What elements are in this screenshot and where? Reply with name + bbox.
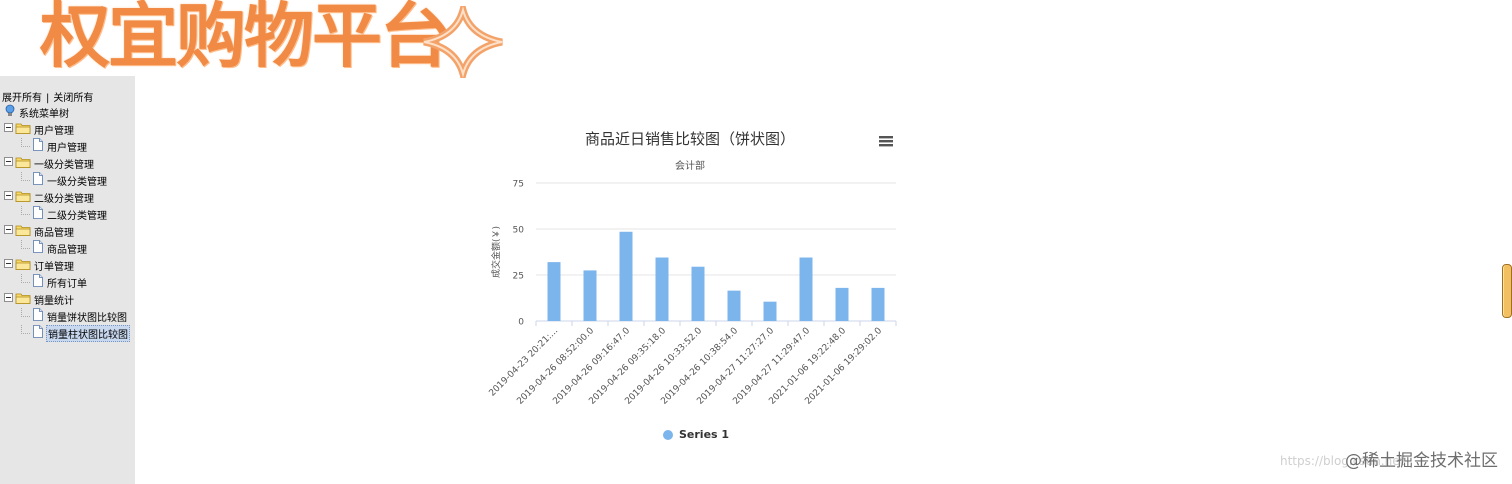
tree-root-icon	[4, 104, 16, 120]
tree-item[interactable]: 销量柱状图比较图	[20, 324, 130, 342]
tree-item[interactable]: 一级分类管理	[20, 172, 108, 188]
tree-item[interactable]: 所有订单	[20, 274, 88, 290]
tree-group-label: 商品管理	[34, 227, 74, 239]
x-tick-label: 2019-04-23 20:21:...	[487, 326, 560, 399]
tree-group[interactable]: 订单管理	[4, 257, 75, 273]
bar[interactable]	[835, 287, 849, 321]
tree-group[interactable]: 用户管理	[4, 121, 75, 137]
bar[interactable]	[763, 301, 777, 321]
file-icon	[32, 274, 44, 290]
folder-icon	[15, 156, 31, 171]
tree-group-label: 一级分类管理	[34, 159, 94, 171]
collapse-toggle-icon[interactable]	[4, 191, 13, 203]
tree-item[interactable]: 用户管理	[20, 138, 88, 154]
legend-marker	[663, 429, 673, 440]
y-tick-label: 75	[513, 180, 524, 190]
collapse-toggle-icon[interactable]	[4, 259, 13, 271]
file-icon	[32, 138, 44, 154]
watermark: @稀土掘金技术社区	[1345, 451, 1498, 471]
tree-group[interactable]: 商品管理	[4, 223, 75, 239]
bar[interactable]	[583, 270, 597, 321]
tree-line-icon	[21, 308, 31, 317]
tree-group-label: 订单管理	[34, 261, 74, 273]
bar[interactable]	[799, 257, 813, 321]
bar[interactable]	[691, 266, 705, 321]
y-tick-label: 50	[513, 226, 525, 236]
scrollbar-thumb[interactable]	[1502, 264, 1512, 318]
collapse-toggle-icon[interactable]	[4, 157, 13, 169]
y-axis-title: 成交金额(￥)	[490, 226, 502, 278]
x-tick-label: 2021-01-06 19:29:02.0	[803, 326, 884, 407]
chart-legend[interactable]: Series 1	[663, 428, 729, 441]
logo-diamond-icon	[423, 6, 503, 78]
tree-line-icon	[21, 138, 31, 147]
collapse-all-link[interactable]: 关闭所有	[53, 93, 93, 104]
tree-item-label: 二级分类管理	[47, 210, 107, 222]
folder-icon	[15, 224, 31, 239]
y-tick-label: 0	[518, 318, 524, 328]
tree-group[interactable]: 二级分类管理	[4, 189, 95, 205]
tree-item-label: 销量柱状图比较图	[46, 324, 130, 342]
tree-line-icon	[21, 206, 31, 215]
tree-line-icon	[21, 274, 31, 283]
tree-root-label: 系统菜单树	[19, 108, 69, 120]
bar[interactable]	[871, 287, 885, 321]
file-icon	[32, 325, 44, 341]
collapse-toggle-icon[interactable]	[4, 123, 13, 135]
collapse-toggle-icon[interactable]	[4, 225, 13, 237]
tree-item-label: 一级分类管理	[47, 176, 107, 188]
tree-item-label: 销量饼状图比较图	[47, 312, 127, 324]
legend-label: Series 1	[679, 428, 730, 441]
folder-icon	[15, 122, 31, 137]
tree-line-icon	[21, 325, 31, 334]
tree-item[interactable]: 销量饼状图比较图	[20, 308, 128, 324]
tree-root[interactable]: 系统菜单树	[4, 104, 70, 120]
y-tick-label: 25	[513, 272, 524, 282]
folder-icon	[15, 292, 31, 307]
folder-icon	[15, 258, 31, 273]
folder-icon	[15, 190, 31, 205]
tree-group-label: 用户管理	[34, 125, 74, 137]
logo-text: 权宜购物平台	[40, 0, 450, 77]
toolbar-separator: |	[46, 93, 50, 104]
bar[interactable]	[547, 262, 561, 321]
chart-plot-area: 0255075成交金额(￥)2019-04-23 20:21:...2019-0…	[487, 180, 897, 407]
tree-item-label: 用户管理	[47, 142, 87, 154]
tree-group-label: 二级分类管理	[34, 193, 94, 205]
tree-group[interactable]: 一级分类管理	[4, 155, 95, 171]
bar[interactable]	[619, 231, 633, 321]
file-icon	[32, 172, 44, 188]
bar[interactable]	[727, 290, 741, 321]
tree-group[interactable]: 销量统计	[4, 291, 75, 307]
tree-item-label: 商品管理	[47, 244, 87, 256]
tree-item-label: 所有订单	[47, 278, 87, 290]
tree-line-icon	[21, 240, 31, 249]
tree-line-icon	[21, 172, 31, 181]
tree-toolbar: 展开所有 | 关闭所有	[2, 89, 93, 104]
sales-chart: 商品近日销售比较图（饼状图） 会计部 0 25 50 75 成交金额(￥) 2019-04…	[470, 118, 910, 458]
file-icon	[32, 308, 44, 324]
tree-group-label: 销量统计	[34, 295, 74, 307]
file-icon	[32, 206, 44, 222]
collapse-toggle-icon[interactable]	[4, 293, 13, 305]
bar[interactable]	[655, 257, 669, 321]
file-icon	[32, 240, 44, 256]
tree-item[interactable]: 二级分类管理	[20, 206, 108, 222]
expand-all-link[interactable]: 展开所有	[2, 93, 42, 104]
sidebar: 展开所有 | 关闭所有 系统菜单树 用户管理 用户管理 一级分类管理 一级分类管理 二级分类管…	[0, 76, 135, 484]
tree-item[interactable]: 商品管理	[20, 240, 88, 256]
